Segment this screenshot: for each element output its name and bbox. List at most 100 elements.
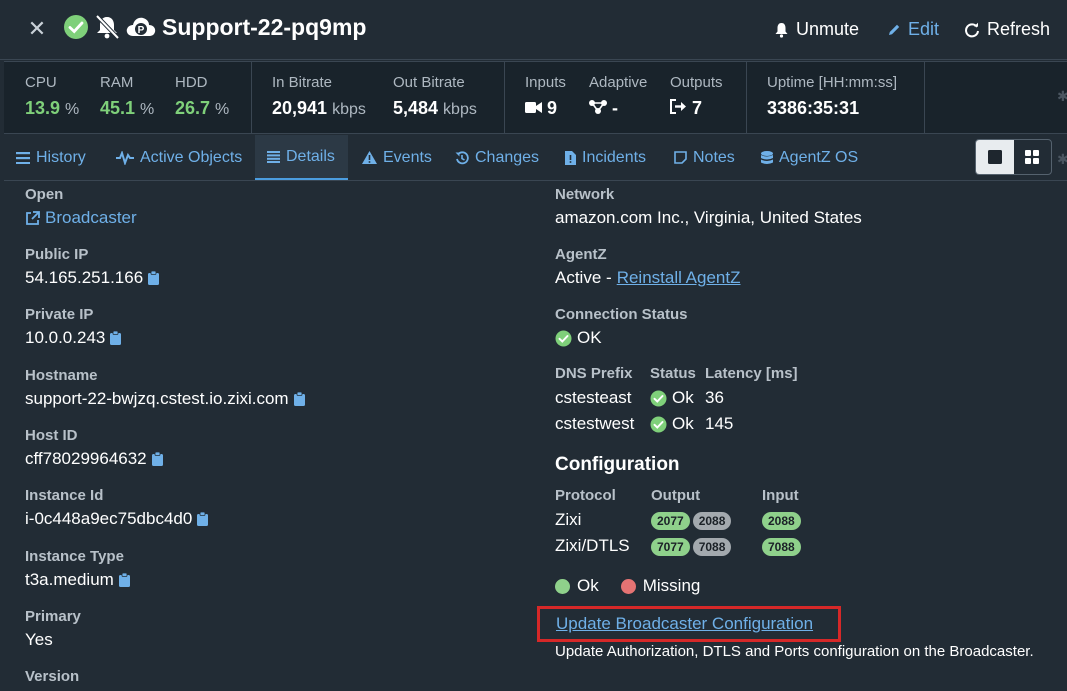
header: ✕ P Support-22-pq9mp Unmute Edit Refresh <box>0 0 1067 60</box>
outputs-value: 7 <box>670 98 702 119</box>
hdd-number: 26.7 <box>175 98 211 118</box>
update-broadcaster-link-text: Update Broadcaster Configuration <box>556 614 814 633</box>
pin-icon[interactable]: ✱ <box>1057 88 1067 105</box>
list-icon <box>16 151 30 164</box>
clipboard-icon[interactable] <box>110 331 122 345</box>
tab-details[interactable]: Details <box>255 135 348 180</box>
tab-changes-label: Changes <box>475 148 540 166</box>
missing-dot <box>620 578 636 594</box>
instance-id-value: i-0c448a9ec75dbc4d0 <box>25 509 209 529</box>
host-id-label: Host ID <box>25 427 78 444</box>
tab-events[interactable]: Events <box>362 135 432 180</box>
port-badge-ok: 2077 <box>651 512 690 530</box>
uptime-label: Uptime [HH:mm:ss] <box>767 74 898 91</box>
warning-icon <box>362 151 377 164</box>
out-bitrate-number: 5,484 <box>393 98 439 118</box>
dns-status-east: Ok <box>650 388 694 408</box>
config-input-zixi: 2088 <box>762 512 801 530</box>
ram-value: 45.1% <box>100 98 154 119</box>
instance-type-value: t3a.medium <box>25 570 130 590</box>
stats-bar: CPU 13.9% RAM 45.1% HDD 26.7% In Bitrate… <box>4 61 1067 134</box>
connection-status-label: Connection Status <box>555 306 688 323</box>
tab-details-label: Details <box>286 147 335 165</box>
tab-incidents[interactable]: Incidents <box>565 135 646 180</box>
dns-status-west: Ok <box>650 414 694 434</box>
edit-button[interactable]: Edit <box>887 19 939 40</box>
tab-incidents-label: Incidents <box>582 148 647 166</box>
dns-header-latency: Latency [ms] <box>705 365 798 382</box>
network-label: Network <box>555 186 615 203</box>
cpu-value: 13.9% <box>25 98 79 119</box>
private-ip-label: Private IP <box>25 306 94 323</box>
grid-view-button[interactable] <box>1014 140 1052 174</box>
io-stats: Inputs 9 Adaptive - Outputs 7 <box>505 62 747 133</box>
tab-active-objects[interactable]: Active Objects <box>116 135 242 180</box>
tab-agentz-os[interactable]: AgentZ OS <box>761 135 858 180</box>
details-panel: Open Broadcaster Public IP 54.165.251.16… <box>0 182 1067 691</box>
clipboard-icon[interactable] <box>148 271 160 285</box>
pulse-icon <box>116 150 134 165</box>
refresh-label: Refresh <box>987 19 1051 39</box>
grid-icon <box>1025 150 1040 164</box>
connection-status-value: OK <box>555 328 602 348</box>
tab-active-objects-label: Active Objects <box>140 148 243 166</box>
close-icon[interactable]: ✕ <box>26 18 48 40</box>
private-ip-text: 10.0.0.243 <box>25 328 106 347</box>
refresh-button[interactable]: Refresh <box>964 19 1050 40</box>
pin-icon-2[interactable]: ✱ <box>1057 151 1067 168</box>
tab-bar: History Active Objects Details Events Ch… <box>4 135 1067 181</box>
tab-notes[interactable]: Notes <box>674 135 735 180</box>
instance-type-text: t3a.medium <box>25 570 114 589</box>
hdd-label: HDD <box>175 74 208 91</box>
dns-prefix-east: cstesteast <box>555 388 632 407</box>
clipboard-icon[interactable] <box>293 392 305 406</box>
hdd-value: 26.7% <box>175 98 229 119</box>
bell-icon <box>775 22 788 38</box>
align-justify-icon <box>267 150 280 163</box>
clipboard-icon[interactable] <box>197 512 209 526</box>
agentz-status: Active - <box>555 268 612 287</box>
dns-header-status: Status <box>650 365 696 382</box>
muted-bell-icon <box>95 14 120 40</box>
config-header-output: Output <box>651 487 701 504</box>
dns-latency-east: 36 <box>705 388 724 407</box>
single-view-button[interactable] <box>976 140 1014 174</box>
primary-value: Yes <box>25 630 53 649</box>
dns-latency-west: 145 <box>705 414 734 433</box>
tab-changes[interactable]: Changes <box>455 135 539 180</box>
refresh-icon <box>965 22 979 37</box>
ram-label: RAM <box>100 74 134 91</box>
dns-status-east-text: Ok <box>672 388 694 407</box>
clipboard-icon[interactable] <box>118 573 130 587</box>
external-link-icon <box>26 210 40 225</box>
port-badge-ok: 7077 <box>651 538 690 556</box>
private-ip-value: 10.0.0.243 <box>25 328 122 348</box>
adaptive-label: Adaptive <box>589 74 648 91</box>
open-label: Open <box>25 186 64 203</box>
legend-ok-text: Ok <box>577 576 599 595</box>
unmute-button[interactable]: Unmute <box>774 19 859 40</box>
hostname-text: support-22-bwjzq.cstest.io.zixi.com <box>25 389 289 408</box>
ram-number: 45.1 <box>100 98 136 118</box>
broadcaster-link[interactable]: Broadcaster <box>25 208 137 228</box>
instance-id-label: Instance Id <box>25 487 104 504</box>
ram-unit: % <box>140 101 155 118</box>
pencil-icon <box>889 24 900 35</box>
in-bitrate-number: 20,941 <box>272 98 328 118</box>
uptime-value: 3386:35:31 <box>767 98 860 118</box>
reinstall-agentz-link[interactable]: Reinstall AgentZ <box>617 268 741 288</box>
in-bitrate-value: 20,941 kbps <box>272 98 366 119</box>
broadcaster-link-text: Broadcaster <box>45 208 137 227</box>
update-broadcaster-link[interactable]: Update Broadcaster Configuration <box>556 614 813 634</box>
dns-prefix-west: cstestwest <box>555 414 635 433</box>
clipboard-icon[interactable] <box>151 452 163 466</box>
port-badge-ok: 7088 <box>762 538 801 556</box>
port-badge-ok: 2088 <box>762 512 801 530</box>
network-value: amazon.com Inc., Virginia, United States <box>555 208 862 227</box>
status-ok-icon <box>64 15 88 39</box>
host-id-value: cff78029964632 <box>25 449 163 469</box>
tab-history-label: History <box>36 148 86 166</box>
tab-history[interactable]: History <box>16 135 86 180</box>
tab-events-label: Events <box>383 148 432 166</box>
cloud-p-icon: P <box>126 17 156 36</box>
